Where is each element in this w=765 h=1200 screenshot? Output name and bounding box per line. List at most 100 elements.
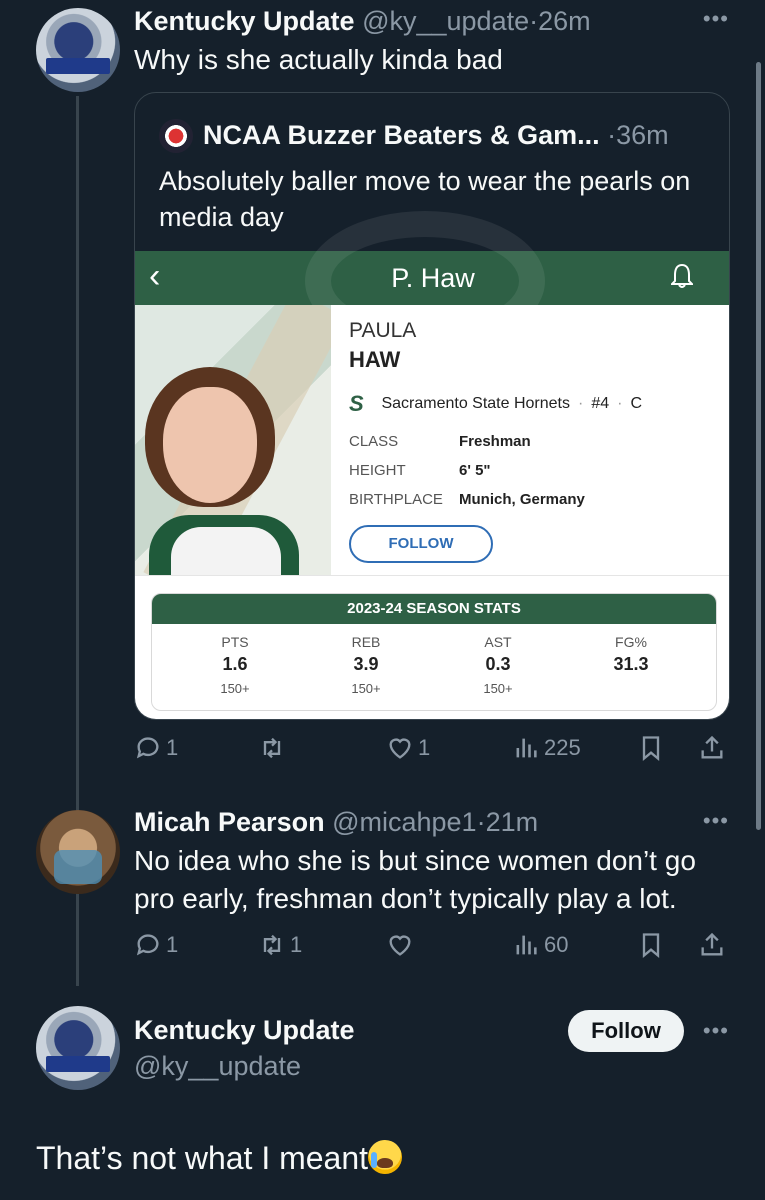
player-photo bbox=[135, 305, 331, 575]
retweet-icon bbox=[263, 934, 281, 956]
retweet-button[interactable] bbox=[258, 730, 290, 766]
author-name[interactable]: Kentucky Update bbox=[134, 6, 355, 36]
author-name[interactable]: Micah Pearson bbox=[134, 807, 325, 837]
player-position: C bbox=[630, 395, 643, 412]
card-title: P. Haw bbox=[391, 263, 475, 293]
info-value: Freshman bbox=[459, 433, 531, 450]
quoted-timestamp: 36m bbox=[616, 120, 669, 150]
jersey-number: #4 bbox=[591, 395, 610, 412]
reply-icon bbox=[136, 737, 159, 759]
info-label: CLASS bbox=[349, 433, 399, 450]
author-name-text: Kentucky Update bbox=[134, 1015, 355, 1045]
stats-title: 2023-24 SEASON STATS bbox=[152, 594, 716, 624]
info-label: HEIGHT bbox=[349, 462, 406, 479]
team-name: Sacramento State Hornets bbox=[381, 395, 570, 412]
bookmark-button[interactable] bbox=[637, 927, 665, 963]
tweet-text-content: That’s not what I meant bbox=[36, 1140, 369, 1176]
views-button[interactable]: 60 bbox=[512, 927, 568, 963]
reply-count: 1 bbox=[166, 735, 179, 760]
quoted-avatar bbox=[159, 119, 193, 153]
tweet-text: No idea who she is but since women don’t… bbox=[134, 845, 696, 914]
heart-icon bbox=[389, 738, 411, 759]
quoted-author-name: NCAA Buzzer Beaters & Gam... bbox=[203, 120, 600, 150]
avatar[interactable] bbox=[36, 8, 120, 92]
stat-rank: 150+ bbox=[220, 681, 250, 696]
card-top-bar: ‹ P. Haw bbox=[135, 211, 729, 351]
team-row: S Sacramento State Hornets · #4 · C bbox=[349, 391, 643, 416]
dot-separator: · bbox=[476, 807, 486, 837]
tweet-text: That’s not what I meant bbox=[36, 1138, 403, 1178]
stat-rank: 150+ bbox=[351, 681, 381, 696]
views-count: 225 bbox=[544, 735, 581, 760]
info-value: Munich, Germany bbox=[459, 491, 585, 508]
stat-value: 3.9 bbox=[353, 654, 379, 674]
info-label: BIRTHPLACE bbox=[349, 491, 443, 508]
avatar[interactable] bbox=[36, 810, 120, 894]
player-card-image: ‹ P. Haw PAULA HAW S Sacramento State Ho… bbox=[135, 211, 729, 719]
stat-value: 1.6 bbox=[222, 654, 248, 674]
tweet-header: Kentucky Update @ky__update·26m bbox=[134, 4, 591, 38]
timestamp[interactable]: 21m bbox=[486, 807, 539, 837]
author-handle[interactable]: @micahpe1 bbox=[332, 807, 476, 837]
stat-column: PTS 1.6 150+ bbox=[170, 634, 300, 696]
author-handle[interactable]: @ky__update bbox=[134, 1049, 301, 1083]
reply-button[interactable]: 1 bbox=[134, 927, 178, 963]
stat-label: FG% bbox=[615, 634, 647, 650]
retweet-icon bbox=[263, 737, 281, 759]
more-options-icon[interactable]: ••• bbox=[703, 808, 729, 834]
reply-icon bbox=[136, 934, 159, 956]
views-button[interactable]: 225 bbox=[512, 730, 581, 766]
tweet-text: Why is she actually kinda bad bbox=[134, 44, 503, 75]
timestamp[interactable]: 26m bbox=[538, 6, 591, 36]
stat-label: AST bbox=[484, 634, 512, 650]
player-last-name: HAW bbox=[349, 347, 401, 372]
quoted-tweet[interactable]: NCAA Buzzer Beaters & Gam... ·36m Absolu… bbox=[134, 92, 730, 720]
stat-value: 0.3 bbox=[485, 654, 511, 674]
season-stats-box: 2023-24 SEASON STATS PTS 1.6 150+ REB 3.… bbox=[151, 593, 717, 711]
share-icon bbox=[701, 735, 723, 759]
like-count: 1 bbox=[418, 735, 431, 760]
bookmark-icon bbox=[642, 933, 660, 958]
dot-separator: · bbox=[607, 120, 617, 150]
stat-label: PTS bbox=[221, 634, 249, 650]
follow-button[interactable]: Follow bbox=[568, 1010, 684, 1052]
share-icon bbox=[701, 932, 723, 956]
player-first-name: PAULA bbox=[349, 319, 417, 342]
like-button[interactable]: 1 bbox=[386, 730, 430, 766]
tweet-actions: 1 1 60 bbox=[134, 927, 730, 963]
dot-separator: · bbox=[529, 6, 539, 36]
stat-value: 31.3 bbox=[613, 654, 649, 674]
info-value: 6' 5" bbox=[459, 462, 491, 479]
tweet-actions: 1 1 225 bbox=[134, 730, 730, 766]
stat-column: FG% 31.3 bbox=[566, 634, 696, 681]
bell-icon bbox=[671, 263, 693, 288]
card-follow-button: FOLLOW bbox=[349, 525, 493, 563]
share-button[interactable] bbox=[698, 927, 726, 963]
heart-icon bbox=[389, 935, 411, 956]
retweet-count: 1 bbox=[290, 932, 303, 957]
like-button[interactable] bbox=[386, 927, 418, 963]
stat-rank: 150+ bbox=[483, 681, 513, 696]
author-name[interactable]: Kentucky Update bbox=[134, 1013, 355, 1047]
tweet-header: Micah Pearson @micahpe1·21m bbox=[134, 805, 538, 839]
views-chart-icon bbox=[516, 738, 537, 758]
scrollbar[interactable] bbox=[756, 62, 761, 830]
more-options-icon[interactable]: ••• bbox=[703, 1018, 729, 1044]
views-chart-icon bbox=[516, 935, 537, 955]
crying-face-emoji-icon bbox=[368, 1140, 403, 1174]
reply-count: 1 bbox=[166, 932, 179, 957]
stat-label: REB bbox=[351, 634, 381, 650]
stat-column: REB 3.9 150+ bbox=[301, 634, 431, 696]
quoted-header: NCAA Buzzer Beaters & Gam... ·36m bbox=[203, 117, 669, 153]
author-handle[interactable]: @ky__update bbox=[362, 6, 529, 36]
reply-button[interactable]: 1 bbox=[134, 730, 178, 766]
bookmark-button[interactable] bbox=[637, 730, 665, 766]
views-count: 60 bbox=[544, 932, 569, 957]
stat-column: AST 0.3 150+ bbox=[433, 634, 563, 696]
more-options-icon[interactable]: ••• bbox=[703, 6, 729, 32]
retweet-button[interactable]: 1 bbox=[258, 927, 302, 963]
bookmark-icon bbox=[642, 736, 660, 761]
avatar[interactable] bbox=[36, 1006, 120, 1090]
hornets-logo-icon: S bbox=[349, 391, 364, 416]
share-button[interactable] bbox=[698, 730, 726, 766]
